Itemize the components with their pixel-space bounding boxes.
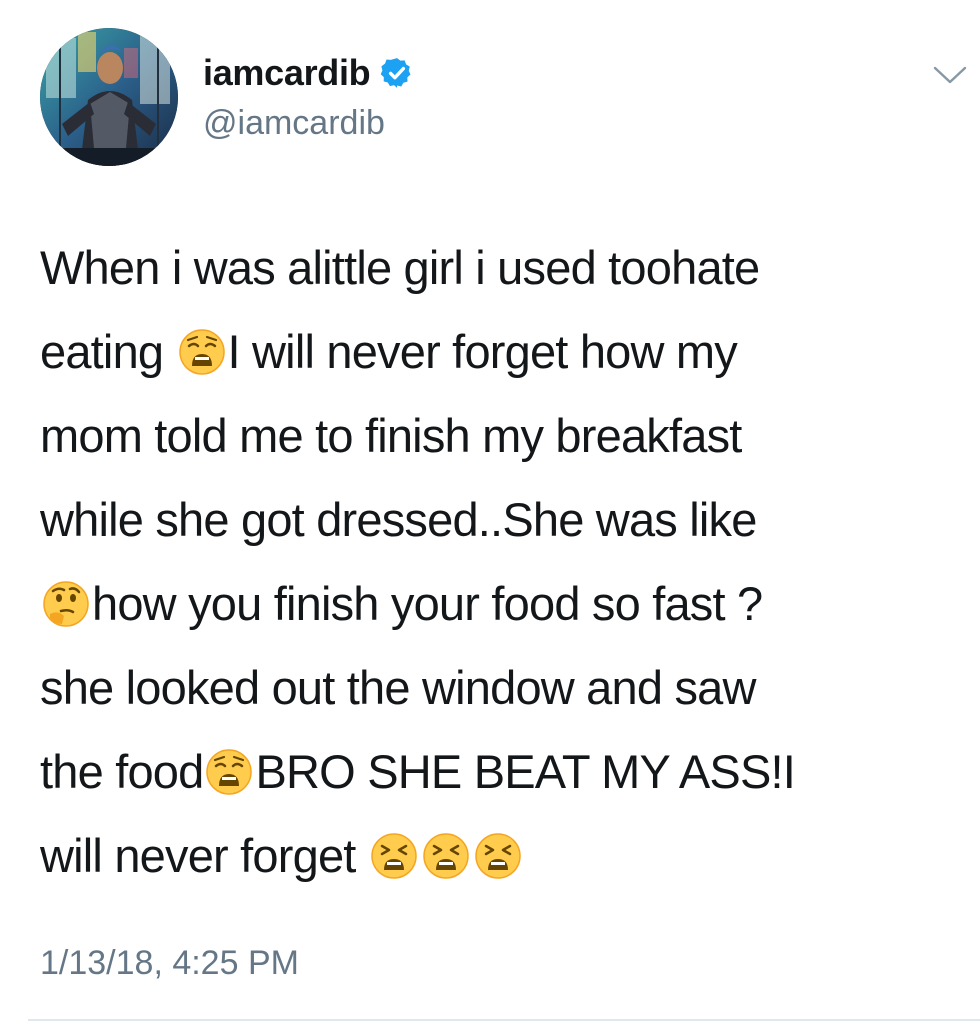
tweet-text-segment: When i was alittle girl i used toohate [40,241,760,294]
weary-face-emoji [206,749,253,795]
tired-face-emoji [371,833,417,879]
tweet-text-line: When i was alittle girl i used toohate [40,226,960,310]
tweet-text-segment: will never forget [40,829,368,882]
user-handle[interactable]: @iamcardib [203,104,385,143]
tweet-text-line: mom told me to finish my breakfast [40,394,960,478]
tweet-timestamp[interactable]: 1/13/18, 4:25 PM [40,944,299,983]
tweet-text-segment: she looked out the window and saw [40,661,756,714]
tweet-text-line: eating I will never forget how my [40,310,960,394]
tired-face-emoji [423,833,469,879]
tweet-text-line: the food BRO SHE BEAT MY ASS!I [40,730,960,814]
tweet-card: iamcardib @iamcardib When i was alittle … [0,0,980,1031]
tweet-text: When i was alittle girl i used toohate ea… [40,226,960,898]
verified-badge-icon [380,56,414,90]
tweet-text-segment: mom told me to finish my breakfast [40,409,742,462]
tweet-text-segment: I will never forget how my [227,325,738,378]
avatar[interactable] [40,28,178,166]
tweet-text-segment: while she got dressed..She was like [40,493,757,546]
tweet-text-segment: the food [40,745,204,798]
tweet-text-line: how you finish your food so fast ? [40,562,960,646]
tired-face-emoji [475,833,521,879]
display-name-text[interactable]: iamcardib [203,52,371,94]
tweet-text-line: while she got dressed..She was like [40,478,960,562]
tweet-text-segment: eating [40,325,176,378]
weary-face-emoji [178,329,225,375]
tweet-text-segment: how you finish your food so fast ? [92,577,763,630]
divider [28,1019,980,1021]
display-name[interactable]: iamcardib [203,52,414,94]
thinking-face-emoji [43,581,89,627]
tweet-text-segment: BRO SHE BEAT MY ASS!I [255,745,796,798]
tweet-text-line: she looked out the window and saw [40,646,960,730]
chevron-down-icon[interactable] [932,64,968,86]
tweet-text-line: will never forget [40,814,960,898]
